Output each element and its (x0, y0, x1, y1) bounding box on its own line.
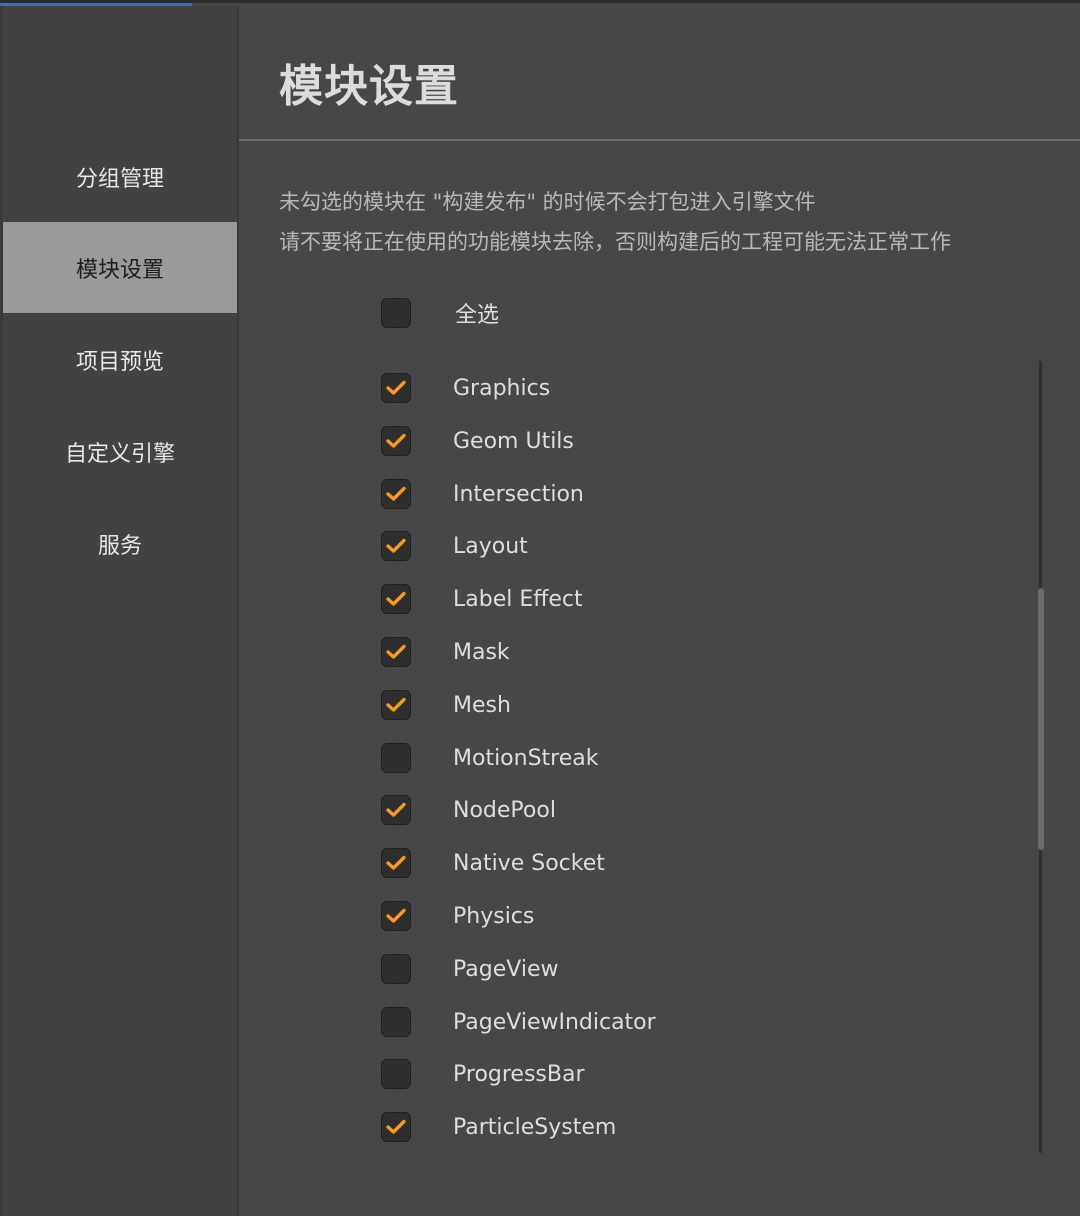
checkmark-icon (386, 1119, 406, 1134)
module-row[interactable]: Layout (381, 531, 528, 561)
sidebar: 分组管理 模块设置 项目预览 自定义引擎 服务 (0, 6, 239, 1216)
module-label: Geom Utils (453, 428, 574, 454)
module-checkbox[interactable] (381, 584, 411, 614)
module-checkbox[interactable] (381, 1112, 411, 1142)
sidebar-item-services[interactable]: 服务 (3, 498, 237, 589)
checkmark-icon (386, 433, 406, 448)
sidebar-item-label: 自定义引擎 (64, 441, 175, 467)
module-checkbox[interactable] (381, 848, 411, 878)
sidebar-item-label: 分组管理 (75, 166, 164, 192)
module-label: NodePool (453, 797, 556, 823)
description-line-2: 请不要将正在使用的功能模块去除，否则构建后的工程可能无法正常工作 (279, 230, 951, 254)
module-row[interactable]: ProgressBar (381, 1059, 585, 1089)
module-label: PageView (453, 956, 559, 982)
select-all-label: 全选 (455, 303, 500, 328)
module-row[interactable]: Mesh (381, 690, 511, 720)
module-checkbox[interactable] (381, 426, 411, 456)
module-label: ParticleSystem (453, 1114, 617, 1140)
module-label: Mask (453, 639, 510, 665)
module-checkbox[interactable] (381, 637, 411, 667)
module-row[interactable]: Intersection (381, 479, 584, 509)
checkmark-icon (386, 538, 406, 553)
module-row[interactable]: ParticleSystem (381, 1112, 616, 1142)
module-row[interactable]: PageViewIndicator (381, 1007, 656, 1037)
module-checkbox[interactable] (381, 1059, 411, 1089)
settings-window: 分组管理 模块设置 项目预览 自定义引擎 服务 模块设置 未勾选的模块在 "构建… (0, 0, 1080, 1216)
module-row[interactable]: Native Socket (381, 848, 605, 878)
main-panel: 模块设置 未勾选的模块在 "构建发布" 的时候不会打包进入引擎文件 请不要将正在… (239, 6, 1080, 1216)
module-label: Graphics (453, 375, 551, 401)
module-checkbox[interactable] (381, 954, 411, 984)
title-divider (239, 139, 1080, 141)
module-row[interactable]: MotionStreak (381, 743, 599, 773)
module-checkbox[interactable] (381, 479, 411, 509)
checkmark-icon (386, 380, 406, 395)
module-label: PageViewIndicator (453, 1009, 656, 1035)
module-label: Label Effect (453, 586, 583, 612)
module-checkbox[interactable] (381, 743, 411, 773)
module-checkbox[interactable] (381, 373, 411, 403)
checkmark-icon (386, 644, 406, 659)
sidebar-item-group-management[interactable]: 分组管理 (3, 131, 237, 222)
module-row[interactable]: Physics (381, 901, 534, 931)
sidebar-item-project-preview[interactable]: 项目预览 (3, 314, 237, 405)
sidebar-item-label: 模块设置 (75, 257, 164, 283)
sidebar-item-label: 项目预览 (75, 349, 164, 375)
checkmark-icon (386, 908, 406, 923)
sidebar-item-custom-engine[interactable]: 自定义引擎 (3, 406, 237, 497)
module-checkbox[interactable] (381, 795, 411, 825)
select-all-row[interactable]: 全选 (381, 298, 499, 328)
checkmark-icon (386, 802, 406, 817)
module-label: Native Socket (453, 850, 605, 876)
module-label: Layout (453, 533, 528, 559)
module-row[interactable]: NodePool (381, 795, 556, 825)
checkmark-icon (386, 486, 406, 501)
module-label: ProgressBar (453, 1061, 585, 1087)
sidebar-item-module-settings[interactable]: 模块设置 (3, 222, 237, 313)
module-label: Physics (453, 903, 535, 929)
page-title: 模块设置 (279, 61, 459, 112)
select-all-checkbox[interactable] (381, 298, 411, 328)
module-label: MotionStreak (453, 745, 599, 771)
module-checkbox[interactable] (381, 690, 411, 720)
module-label: Intersection (453, 481, 584, 507)
checkmark-icon (386, 697, 406, 712)
module-row[interactable]: Geom Utils (381, 426, 574, 456)
module-checkbox[interactable] (381, 531, 411, 561)
module-row[interactable]: PageView (381, 954, 558, 984)
description-line-1: 未勾选的模块在 "构建发布" 的时候不会打包进入引擎文件 (279, 190, 816, 214)
module-row[interactable]: Mask (381, 637, 510, 667)
module-checkbox[interactable] (381, 1007, 411, 1037)
module-label: Mesh (453, 692, 511, 718)
scrollbar-thumb[interactable] (1038, 588, 1044, 850)
sidebar-item-label: 服务 (97, 533, 142, 559)
checkmark-icon (386, 855, 406, 870)
module-row[interactable]: Label Effect (381, 584, 583, 614)
module-checkbox[interactable] (381, 901, 411, 931)
module-row[interactable]: Graphics (381, 373, 550, 403)
checkmark-icon (386, 591, 406, 606)
